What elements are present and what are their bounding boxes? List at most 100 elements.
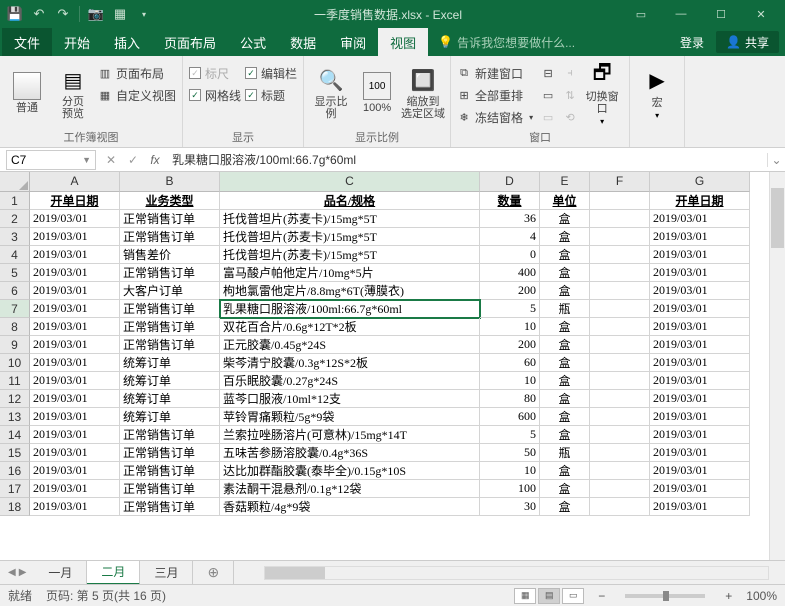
cell[interactable]: 统筹订单 — [120, 390, 220, 408]
minimize-icon[interactable]: — — [661, 0, 701, 28]
next-sheet-icon[interactable]: ▶ — [19, 567, 27, 578]
maximize-icon[interactable]: ☐ — [701, 0, 741, 28]
cell[interactable]: 正常销售订单 — [120, 480, 220, 498]
cell[interactable]: 正常销售订单 — [120, 228, 220, 246]
cell[interactable]: 正常销售订单 — [120, 264, 220, 282]
row-header[interactable]: 5 — [0, 264, 30, 282]
pagelayout-view-icon[interactable]: ▤ — [538, 588, 560, 604]
cell[interactable]: 5 — [480, 300, 540, 318]
hide-button[interactable]: ▭ — [541, 86, 555, 104]
cell[interactable]: 苹铃胃痛颗粒/5g*9袋 — [220, 408, 480, 426]
cell[interactable]: 2019/03/01 — [650, 300, 750, 318]
cell[interactable]: 2019/03/01 — [650, 480, 750, 498]
cell[interactable]: 2019/03/01 — [30, 246, 120, 264]
formulabar-checkbox[interactable]: ✓编辑栏 — [245, 64, 297, 82]
cell[interactable]: 2019/03/01 — [650, 462, 750, 480]
cell[interactable]: 正常销售订单 — [120, 498, 220, 516]
viewside-button[interactable]: ⫞ — [563, 64, 577, 82]
qat-dropdown-icon[interactable]: ▾ — [133, 3, 155, 25]
cell[interactable]: 2019/03/01 — [30, 462, 120, 480]
cell[interactable]: 5 — [480, 426, 540, 444]
tab-formulas[interactable]: 公式 — [228, 28, 278, 56]
row-header[interactable]: 4 — [0, 246, 30, 264]
macros-button[interactable]: ▶宏▾ — [636, 60, 678, 126]
cell[interactable]: 30 — [480, 498, 540, 516]
cell[interactable]: 600 — [480, 408, 540, 426]
row-header[interactable]: 10 — [0, 354, 30, 372]
row-header[interactable]: 9 — [0, 336, 30, 354]
cell[interactable]: 2019/03/01 — [650, 246, 750, 264]
zoom-button[interactable]: 🔍显示比例 — [310, 60, 352, 126]
cell[interactable]: 盒 — [540, 264, 590, 282]
add-sheet-button[interactable]: ⊕ — [193, 561, 234, 585]
tab-home[interactable]: 开始 — [52, 28, 102, 56]
cell[interactable]: 2019/03/01 — [30, 444, 120, 462]
cell[interactable] — [590, 444, 650, 462]
cell[interactable]: 正常销售订单 — [120, 444, 220, 462]
cell[interactable]: 枸地氯雷他定片/8.8mg*6T(薄膜衣) — [220, 282, 480, 300]
cell[interactable]: 200 — [480, 336, 540, 354]
resetpos-button[interactable]: ⟲ — [563, 108, 577, 126]
cell[interactable] — [590, 336, 650, 354]
col-header-E[interactable]: E — [540, 172, 590, 192]
cell[interactable]: 百乐眠胶囊/0.27g*24S — [220, 372, 480, 390]
login-button[interactable]: 登录 — [668, 34, 716, 51]
cell[interactable]: 2019/03/01 — [30, 264, 120, 282]
newwindow-button[interactable]: ⧉新建窗口 — [457, 64, 533, 82]
cell[interactable]: 2019/03/01 — [650, 228, 750, 246]
cell[interactable]: 2019/03/01 — [30, 498, 120, 516]
col-header-A[interactable]: A — [30, 172, 120, 192]
horizontal-scrollbar[interactable] — [264, 566, 769, 580]
cell[interactable]: 正常销售订单 — [120, 426, 220, 444]
cell[interactable]: 盒 — [540, 480, 590, 498]
zoomsel-button[interactable]: 🔲缩放到 选定区域 — [402, 60, 444, 126]
cell[interactable]: 400 — [480, 264, 540, 282]
cell[interactable] — [590, 318, 650, 336]
cell[interactable]: 托伐普坦片(苏麦卡)/15mg*5T — [220, 246, 480, 264]
cell[interactable]: 10 — [480, 318, 540, 336]
tab-insert[interactable]: 插入 — [102, 28, 152, 56]
cell[interactable]: 统筹订单 — [120, 408, 220, 426]
sheet-tab-1[interactable]: 一月 — [34, 561, 87, 585]
cell[interactable]: 开单日期 — [30, 192, 120, 210]
sheet-nav[interactable]: ◀▶ — [0, 567, 34, 578]
row-header[interactable]: 18 — [0, 498, 30, 516]
cell[interactable]: 盒 — [540, 462, 590, 480]
cell[interactable]: 双花百合片/0.6g*12T*2板 — [220, 318, 480, 336]
cell[interactable] — [590, 300, 650, 318]
zoom-in-icon[interactable]: + — [725, 589, 732, 603]
close-icon[interactable]: ✕ — [741, 0, 781, 28]
cell[interactable]: 200 — [480, 282, 540, 300]
cell[interactable] — [590, 246, 650, 264]
cell[interactable] — [590, 210, 650, 228]
row-header[interactable]: 2 — [0, 210, 30, 228]
cell[interactable]: 盒 — [540, 408, 590, 426]
cell[interactable] — [590, 408, 650, 426]
col-header-D[interactable]: D — [480, 172, 540, 192]
cell[interactable] — [590, 426, 650, 444]
cell[interactable]: 2019/03/01 — [30, 390, 120, 408]
tab-view[interactable]: 视图 — [378, 28, 428, 56]
tab-file[interactable]: 文件 — [2, 28, 52, 56]
cell[interactable]: 盒 — [540, 228, 590, 246]
cell[interactable]: 2019/03/01 — [30, 372, 120, 390]
cell[interactable]: 统筹订单 — [120, 354, 220, 372]
cell[interactable]: 2019/03/01 — [650, 372, 750, 390]
cell[interactable]: 正常销售订单 — [120, 210, 220, 228]
cell[interactable]: 盒 — [540, 282, 590, 300]
cell[interactable]: 2019/03/01 — [650, 318, 750, 336]
ribbon-options-icon[interactable]: ▭ — [621, 0, 661, 28]
row-header[interactable]: 13 — [0, 408, 30, 426]
row-header[interactable]: 6 — [0, 282, 30, 300]
sheet-tab-2[interactable]: 二月 — [87, 561, 140, 585]
table-icon[interactable]: ▦ — [109, 3, 131, 25]
cell[interactable]: 2019/03/01 — [650, 336, 750, 354]
cell[interactable]: 10 — [480, 372, 540, 390]
syncscroll-button[interactable]: ⇅ — [563, 86, 577, 104]
prev-sheet-icon[interactable]: ◀ — [8, 567, 16, 578]
cell[interactable]: 托伐普坦片(苏麦卡)/15mg*5T — [220, 210, 480, 228]
pagebreak-view-icon[interactable]: ▭ — [562, 588, 584, 604]
cell[interactable]: 2019/03/01 — [30, 282, 120, 300]
cell[interactable]: 2019/03/01 — [30, 318, 120, 336]
cell[interactable]: 兰索拉唑肠溶片(可意林)/15mg*14T — [220, 426, 480, 444]
